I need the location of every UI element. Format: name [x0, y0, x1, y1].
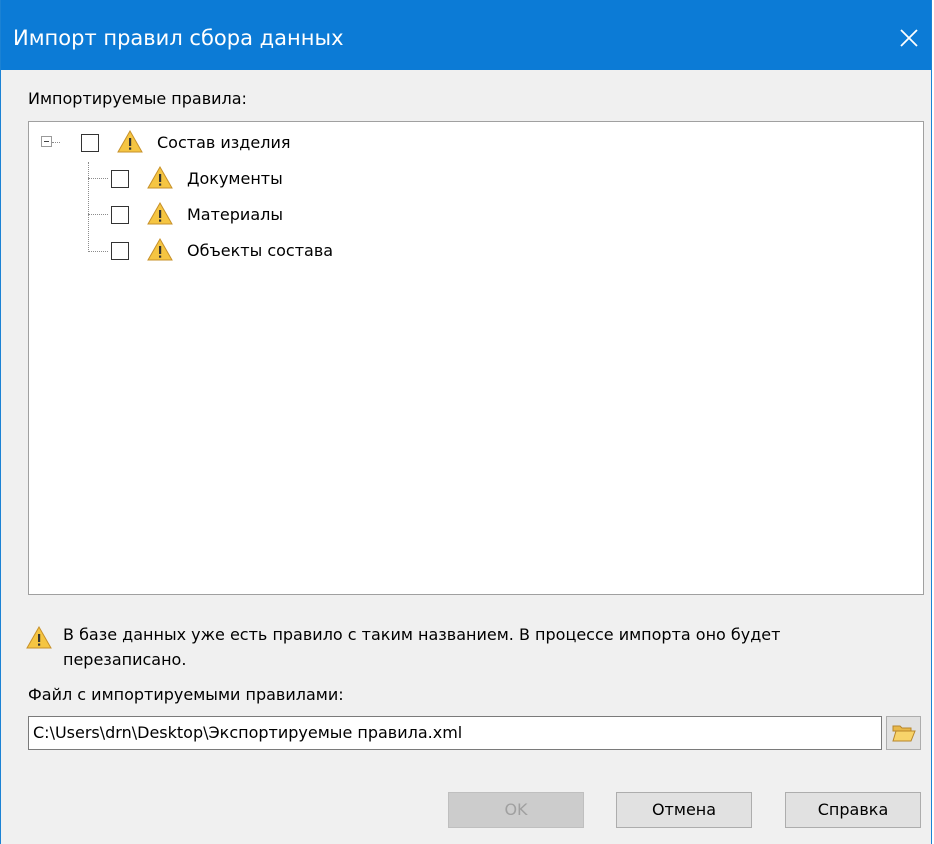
cancel-button[interactable]: Отмена	[616, 792, 752, 828]
warning-icon	[117, 130, 143, 153]
materials-checkbox[interactable]	[111, 206, 129, 224]
tree-item-composition-objects[interactable]: Объекты состава	[29, 236, 429, 266]
warning-icon	[147, 166, 173, 189]
warning-icon	[26, 626, 52, 649]
help-button[interactable]: Справка	[785, 792, 921, 828]
file-path-input[interactable]: C:\Users\drn\Desktop\Экспортируемые прав…	[28, 716, 882, 750]
root-checkbox[interactable]	[81, 134, 99, 152]
window-title: Импорт правил сбора данных	[13, 26, 344, 50]
collapse-toggle-icon[interactable]	[41, 136, 52, 147]
close-button[interactable]	[887, 18, 931, 58]
warning-message-line2: перезаписано.	[63, 650, 187, 669]
tree-item-materials[interactable]: Материалы	[29, 200, 429, 230]
ok-button[interactable]: OK	[448, 792, 584, 828]
warning-icon	[147, 238, 173, 261]
rules-label: Импортируемые правила:	[28, 89, 247, 108]
folder-open-icon	[892, 725, 916, 742]
browse-button[interactable]	[886, 716, 921, 750]
tree-item-label: Объекты состава	[187, 241, 334, 260]
tree-item-root[interactable]: Состав изделия	[29, 128, 429, 158]
import-rules-dialog: Импорт правил сбора данных Импортируемые…	[0, 0, 932, 844]
tree-item-label: Состав изделия	[157, 133, 291, 152]
tree-item-label: Документы	[187, 169, 283, 188]
rules-tree[interactable]: Состав изделия Документы Материалы Объек…	[28, 121, 924, 595]
tree-item-label: Материалы	[187, 205, 283, 224]
documents-checkbox[interactable]	[111, 170, 129, 188]
file-label: Файл с импортируемыми правилами:	[28, 685, 344, 704]
warning-message-line1: В базе данных уже есть правило с таким н…	[63, 625, 781, 644]
tree-item-documents[interactable]: Документы	[29, 164, 429, 194]
composition-objects-checkbox[interactable]	[111, 242, 129, 260]
close-icon	[900, 29, 918, 47]
title-bar: Импорт правил сбора данных	[1, 0, 931, 70]
warning-icon	[147, 202, 173, 225]
